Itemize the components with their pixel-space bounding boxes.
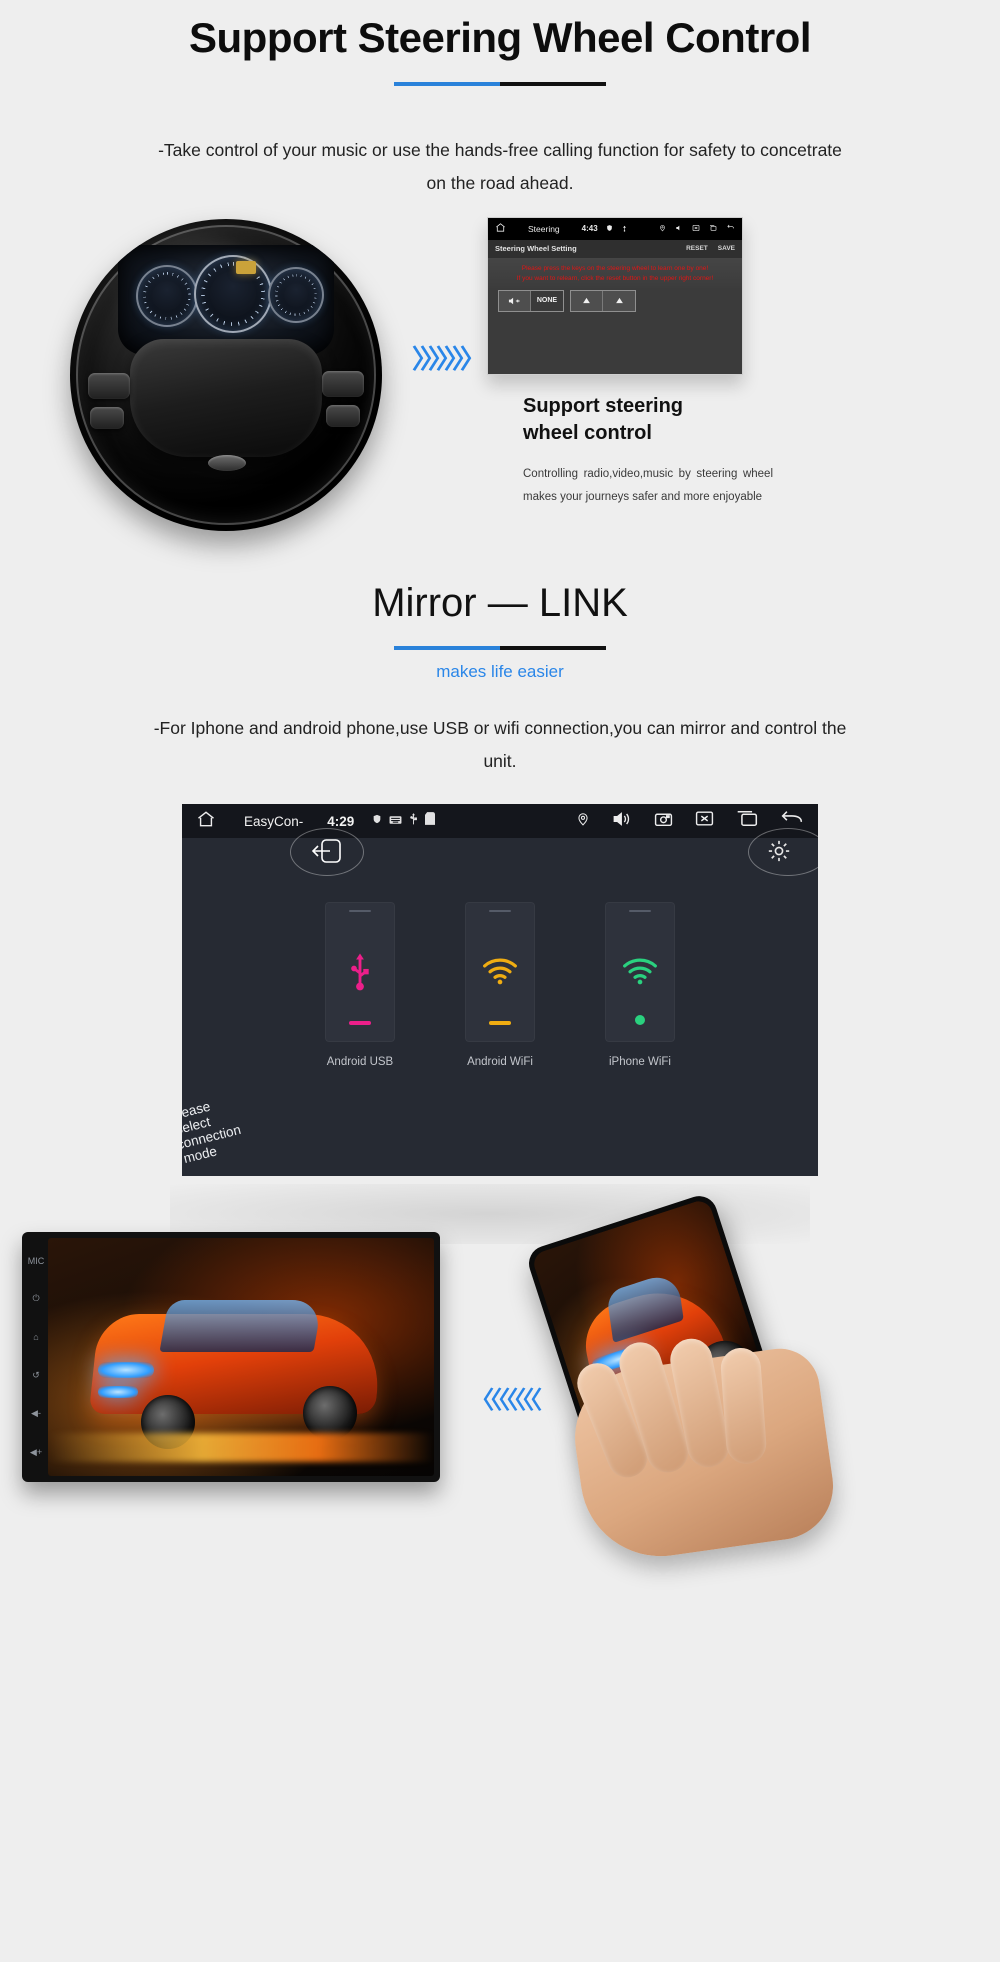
steering-lede-text: -Take control of your music or use the h…: [158, 140, 842, 194]
recents-icon[interactable]: [709, 224, 717, 234]
steering-key-mapping-row: NONE: [488, 288, 742, 312]
wheel-button-left-upper[interactable]: [88, 372, 130, 399]
wifi-icon: [621, 955, 659, 990]
steering-wheel-photo: [62, 215, 392, 545]
easyconnected-footer: Please select connection mode This versi…: [182, 1098, 818, 1176]
title-divider: [394, 82, 606, 86]
steering-wheel-hub: [130, 338, 322, 457]
home-icon[interactable]: [196, 809, 216, 834]
volume-icon[interactable]: [612, 810, 632, 833]
usb-icon: [409, 812, 418, 830]
mirror-link-header: Mirror — LINK makes life easier -For Iph…: [0, 581, 1000, 779]
wifi-icon: [481, 955, 519, 990]
product-marketing-page: Support Steering Wheel Control -Take con…: [0, 0, 1000, 1962]
flow-arrows-right: 〉〉〉〉〉〉〉: [412, 343, 486, 374]
steering-feature-block: 〉〉〉〉〉〉〉 Steering 4:43 Steering Wheel Set…: [0, 215, 1000, 575]
back-icon[interactable]: [726, 224, 735, 234]
easyconnected-app-name: EasyCon-: [244, 813, 304, 829]
cluster-indicator: [236, 260, 256, 274]
side-button-mic[interactable]: MIC: [28, 1256, 45, 1266]
mirror-link-subtitle: makes life easier: [436, 661, 564, 681]
connection-card-iphone-wifi[interactable]: iPhone WiFi: [605, 902, 675, 1068]
close-icon[interactable]: [695, 810, 714, 832]
head-unit-warning-text: Please press the keys on the steering wh…: [488, 257, 742, 288]
keyboard-icon: [389, 812, 402, 830]
none-key[interactable]: NONE: [531, 290, 563, 311]
exit-icon[interactable]: [310, 836, 344, 871]
volume-icon[interactable]: [675, 224, 683, 234]
warning-line-2: If you want to relearn, click the reset …: [516, 274, 714, 282]
mirror-lede-text: -For Iphone and android phone,use USB or…: [153, 717, 847, 771]
side-button-power[interactable]: ⏻: [32, 1293, 39, 1304]
connection-card-label: Android USB: [326, 1056, 394, 1068]
back-icon[interactable]: [780, 810, 804, 832]
status-bar-indicator: [349, 1012, 371, 1030]
location-icon: [659, 224, 666, 234]
mirror-divider-blue-segment: [394, 645, 500, 650]
key-group-volume: NONE: [498, 289, 564, 312]
steering-copy-heading-line1: Support steering: [523, 394, 684, 417]
reset-button[interactable]: RESET: [686, 245, 708, 252]
save-button[interactable]: SAVE: [718, 245, 735, 252]
shield-icon: [606, 224, 613, 234]
connection-mode-cards: Android USB Android WiFi iPhone WiFi: [182, 902, 818, 1068]
status-bar-indicator: [489, 1012, 511, 1030]
head-unit-screen-title: Steering: [528, 223, 560, 234]
connection-card-android-usb[interactable]: Android USB: [325, 902, 395, 1068]
divider-blue-segment: [394, 82, 500, 86]
shield-icon: [372, 812, 382, 830]
volume-up-key[interactable]: [499, 290, 531, 311]
screenshot-icon[interactable]: [654, 811, 673, 832]
easyconnected-screen: EasyCon- 4:29 Android USB Android WiFi i…: [182, 804, 818, 1176]
sdcard-icon: [425, 812, 436, 830]
head-unit-subtitle-bar: Steering Wheel Setting RESET SAVE: [488, 239, 742, 258]
head-unit-display: [48, 1238, 434, 1476]
side-button-home[interactable]: ⌂: [33, 1332, 38, 1342]
wheel-button-left-lower[interactable]: [90, 406, 124, 429]
hand-holding-phone: [524, 1191, 960, 1567]
usb-icon: [345, 949, 375, 996]
mirroring-demo-photo: MIC ⏻ ⌂ ↺ ◀- ◀+ 〈〈〈〈〈〈〈: [0, 1184, 1000, 1567]
head-unit-status-bar: Steering 4:43: [488, 217, 742, 240]
recents-icon[interactable]: [736, 810, 758, 832]
easyconnected-status-bar: EasyCon- 4:29: [182, 804, 818, 838]
connection-card-label: Android WiFi: [467, 1056, 533, 1068]
usb-icon: [621, 224, 628, 234]
easyconnected-clock: 4:29: [327, 813, 355, 829]
wheel-button-right-lower[interactable]: [326, 404, 360, 427]
mirror-divider-dark-segment: [500, 645, 606, 650]
steering-copy-heading-line2: wheel control: [523, 421, 652, 444]
wheel-button-right-upper[interactable]: [322, 370, 364, 397]
head-unit-side-buttons[interactable]: MIC ⏻ ⌂ ↺ ◀- ◀+: [26, 1242, 46, 1472]
gear-icon[interactable]: [766, 838, 792, 869]
steering-wheel-setting-label: Steering Wheel Setting: [495, 244, 577, 253]
steering-copy-body: Controlling radio,video,music by steerin…: [523, 467, 773, 503]
mirror-divider: [394, 645, 606, 650]
side-button-volume-down[interactable]: ◀-: [31, 1408, 41, 1419]
side-button-back[interactable]: ↺: [32, 1370, 40, 1381]
steering-copy-block: Support steering wheel control Controlli…: [523, 393, 773, 509]
up-arrow-key-2[interactable]: [603, 290, 635, 311]
location-icon: [576, 810, 590, 833]
steering-settings-screen: Steering 4:43 Steering Wheel Setting RES…: [487, 216, 743, 375]
hand-graphic: [565, 1335, 841, 1567]
connection-card-android-wifi[interactable]: Android WiFi: [465, 902, 535, 1068]
page-title: Support Steering Wheel Control: [189, 14, 812, 61]
car-head-unit-device: MIC ⏻ ⌂ ↺ ◀- ◀+: [22, 1232, 440, 1482]
warning-line-1: Please press the keys on the steering wh…: [521, 264, 709, 272]
head-unit-clock: 4:43: [581, 224, 598, 233]
key-group-arrows: [570, 289, 636, 312]
mirror-link-title: Mirror — LINK: [372, 580, 628, 625]
close-icon[interactable]: [692, 224, 700, 234]
wheel-brand-badge: [208, 454, 246, 471]
side-button-volume-up[interactable]: ◀+: [30, 1447, 42, 1458]
connection-card-label: iPhone WiFi: [609, 1056, 671, 1068]
status-bar-indicator: [635, 1012, 645, 1030]
steering-copy-heading: Support steering wheel control: [523, 393, 773, 447]
home-icon[interactable]: [495, 222, 506, 235]
connection-mode-prompt: Please select connection mode: [182, 1098, 243, 1167]
up-arrow-key-1[interactable]: [571, 290, 603, 311]
divider-dark-segment: [500, 82, 606, 86]
flow-arrows-left: 〈〈〈〈〈〈〈: [470, 1387, 542, 1414]
